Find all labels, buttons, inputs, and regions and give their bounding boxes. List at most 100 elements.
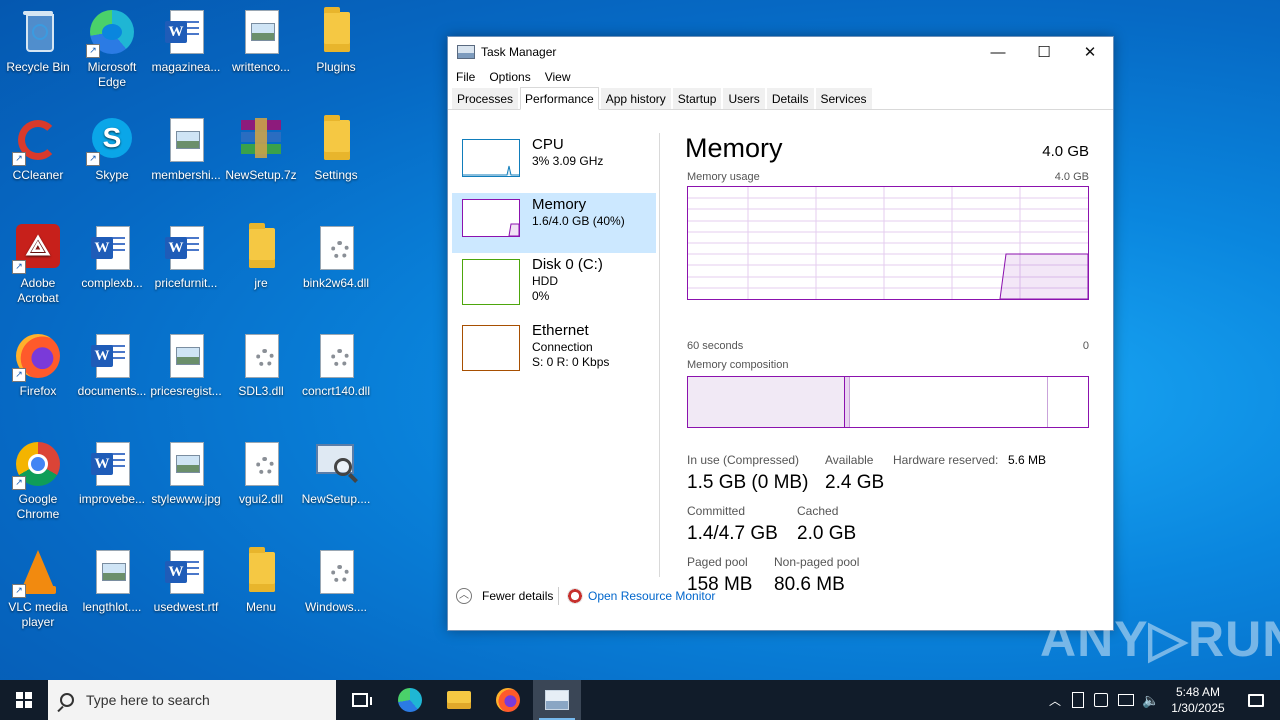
desktop-icon-sdl3[interactable]: SDL3.dll: [223, 332, 299, 399]
desktop-icon-complexb[interactable]: W complexb...: [74, 224, 150, 291]
graph-time-zero: 0: [1082, 340, 1089, 352]
file-explorer-icon: [447, 691, 471, 709]
menu-options[interactable]: Options: [485, 70, 536, 84]
folder-icon: [237, 223, 285, 272]
tab-app-history[interactable]: App history: [600, 88, 671, 109]
chevron-up-icon[interactable]: ︿: [456, 588, 472, 604]
desktop-icon-pricesregist[interactable]: pricesregist...: [148, 332, 224, 399]
desktop-icon-stylewww[interactable]: stylewww.jpg: [148, 440, 224, 507]
volume-icon[interactable]: 🔈: [1142, 692, 1159, 709]
start-button[interactable]: [0, 680, 48, 720]
desktop-icon-vlc[interactable]: ↗ VLC media player: [0, 548, 76, 630]
desktop-icon-windows[interactable]: Windows....: [298, 548, 374, 615]
close-button[interactable]: ✕: [1067, 37, 1113, 67]
desktop-icon-magazinea[interactable]: W magazinea...: [148, 8, 224, 75]
tab-details[interactable]: Details: [766, 88, 814, 109]
desktop-icon-firefox[interactable]: ↗ Firefox: [0, 332, 76, 399]
task-view-button[interactable]: [336, 680, 384, 720]
tray-app-icon[interactable]: [1072, 692, 1084, 708]
disk-thumbnail-graph: [462, 259, 520, 305]
tab-users[interactable]: Users: [723, 88, 765, 109]
taskbar-edge-button[interactable]: [386, 680, 434, 720]
search-placeholder: Type here to search: [86, 692, 210, 708]
image-file-icon: [162, 332, 210, 380]
resource-item-cpu[interactable]: CPU 3% 3.09 GHz: [452, 133, 656, 193]
detail-total: 4.0 GB: [1042, 143, 1089, 160]
cached-label: Cached: [797, 504, 839, 518]
task-manager-icon: [457, 45, 475, 59]
fewer-details-link[interactable]: Fewer details: [482, 589, 553, 603]
desktop-icon-membershi[interactable]: membershi...: [148, 116, 224, 183]
resource-item-ethernet[interactable]: Ethernet Connection S: 0 R: 0 Kbps: [452, 319, 656, 379]
desktop-icon-bink2w64[interactable]: bink2w64.dll: [298, 224, 374, 291]
windows-logo-icon: [16, 692, 32, 708]
tab-processes[interactable]: Processes: [452, 88, 519, 109]
resource-monitor-icon[interactable]: [567, 588, 583, 604]
recycle-bin-icon: [14, 8, 62, 56]
menu-file[interactable]: File: [452, 70, 481, 84]
desktop-icon-settings[interactable]: Settings: [298, 115, 374, 183]
action-center-button[interactable]: [1232, 680, 1280, 720]
taskbar-search-box[interactable]: Type here to search: [48, 680, 336, 720]
resource-detail-2: 0%: [532, 289, 550, 303]
desktop-icon-google-chrome[interactable]: ↗ Google Chrome: [0, 440, 76, 522]
folder-icon: [312, 115, 360, 164]
network-icon[interactable]: [1118, 694, 1134, 706]
desktop-icon-plugins[interactable]: Plugins: [298, 7, 374, 75]
desktop-icon-newsetup-7z[interactable]: NewSetup.7z: [223, 116, 299, 183]
desktop-icon-writtenco[interactable]: writtenco...: [223, 8, 299, 75]
tab-services[interactable]: Services: [815, 88, 872, 109]
chevron-up-icon[interactable]: ︿: [1046, 692, 1064, 709]
memory-usage-graph: [687, 186, 1089, 300]
resource-name: Memory: [532, 196, 587, 213]
resource-detail-2: S: 0 R: 0 Kbps: [532, 355, 610, 369]
desktop-icon-edge[interactable]: ↗ Microsoft Edge: [74, 8, 150, 90]
in-use-value: 1.5 GB (0 MB): [687, 472, 809, 493]
title-bar[interactable]: Task Manager — ☐ ✕: [448, 37, 1113, 67]
menu-view[interactable]: View: [541, 70, 577, 84]
desktop-icon-vgui2[interactable]: vgui2.dll: [223, 440, 299, 507]
resource-detail: HDD: [532, 274, 558, 288]
desktop-icon-improvebe[interactable]: W improvebe...: [74, 440, 150, 507]
desktop-icon-recycle-bin[interactable]: Recycle Bin: [0, 8, 76, 75]
desktop-icon-skype[interactable]: S ↗ Skype: [74, 116, 150, 183]
maximize-button[interactable]: ☐: [1021, 37, 1067, 67]
tab-performance[interactable]: Performance: [520, 87, 599, 110]
composition-standby-divider: [1047, 377, 1048, 427]
tab-startup[interactable]: Startup: [672, 88, 722, 109]
desktop-icon-ccleaner[interactable]: ↗ CCleaner: [0, 116, 76, 183]
open-resource-monitor-link[interactable]: Open Resource Monitor: [588, 589, 715, 603]
detail-title: Memory: [685, 133, 783, 163]
memory-composition-label: Memory composition: [687, 359, 789, 371]
desktop-icon-pricefurnit[interactable]: W pricefurnit...: [148, 224, 224, 291]
taskbar-task-manager-button[interactable]: [533, 680, 581, 720]
system-tray: ︿ 🔈: [1046, 680, 1159, 720]
desktop-icon-lengthlot[interactable]: lengthlot....: [74, 548, 150, 615]
available-label: Available: [825, 453, 874, 467]
pane-divider[interactable]: [659, 133, 660, 577]
taskbar-clock[interactable]: 5:48 AM 1/30/2025: [1160, 684, 1236, 716]
minimize-button[interactable]: —: [975, 37, 1021, 67]
taskbar-file-explorer-button[interactable]: [435, 680, 483, 720]
image-file-icon: [88, 548, 136, 596]
firefox-icon: [496, 688, 520, 712]
memory-usage-max: 4.0 GB: [1054, 171, 1089, 183]
ccleaner-icon: ↗: [12, 116, 62, 166]
tray-security-icon[interactable]: [1094, 693, 1108, 707]
hardware-reserved-value: 5.6 MB: [1008, 453, 1047, 467]
desktop-icon-concrt140[interactable]: concrt140.dll: [298, 332, 374, 399]
desktop-icon-menu[interactable]: Menu: [223, 547, 299, 615]
resource-detail: 1.6/4.0 GB (40%): [532, 214, 625, 228]
desktop-icon-jre[interactable]: jre: [223, 223, 299, 291]
composition-modified: [845, 377, 850, 427]
ethernet-thumbnail-graph: [462, 325, 520, 371]
word-document-icon: W: [162, 8, 210, 56]
desktop-icon-usedwest[interactable]: W usedwest.rtf: [148, 548, 224, 615]
desktop-icon-adobe-acrobat[interactable]: ⟁ ↗ Adobe Acrobat: [0, 224, 76, 306]
desktop-icon-newsetup[interactable]: NewSetup....: [298, 440, 374, 507]
desktop-icon-documents[interactable]: W documents...: [74, 332, 150, 399]
taskbar-firefox-button[interactable]: [484, 680, 532, 720]
resource-item-disk[interactable]: Disk 0 (C:) HDD 0%: [452, 253, 656, 313]
resource-item-memory[interactable]: Memory 1.6/4.0 GB (40%): [452, 193, 656, 253]
composition-in-use: [688, 377, 845, 427]
